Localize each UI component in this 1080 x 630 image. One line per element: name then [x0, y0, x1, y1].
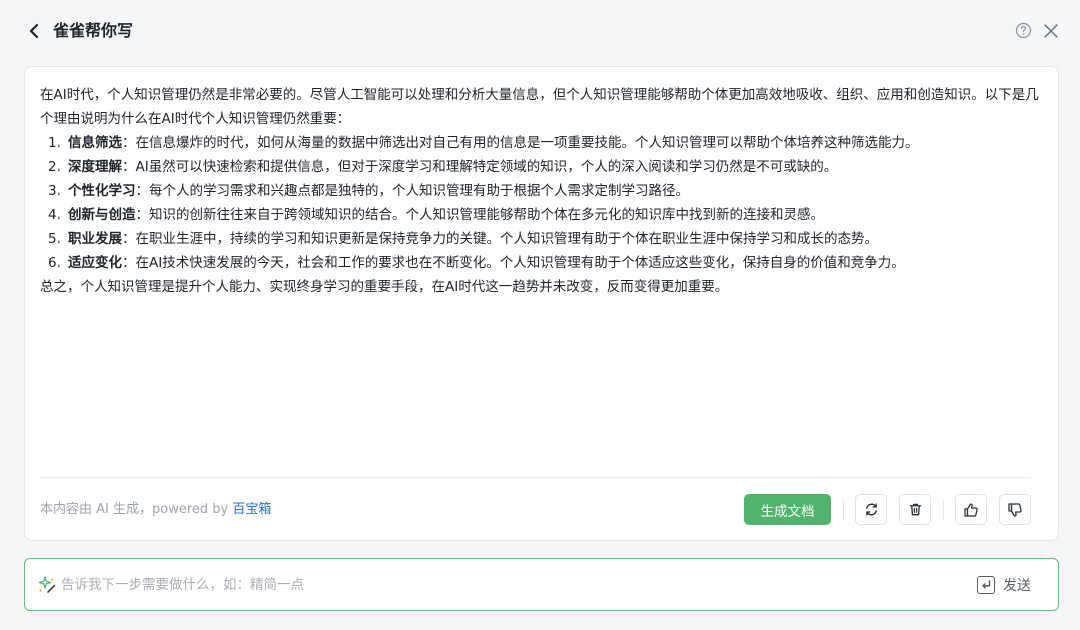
list-item-title: 信息筛选 [68, 135, 122, 151]
prompt-input[interactable] [61, 573, 941, 597]
generate-document-button[interactable]: 生成文档 [744, 494, 831, 525]
list-number: 5. [48, 231, 61, 247]
list-number: 6. [48, 255, 61, 271]
list-item: 4. 创新与创造：知识的创新往往来自于跨领域知识的结合。个人知识管理能够帮助个体… [40, 203, 1040, 227]
like-button[interactable] [955, 494, 987, 525]
list-item-text: ：AI虽然可以快速检索和提供信息，但对于深度学习和理解特定领域的知识，个人的深入… [122, 159, 838, 175]
result-card: 在AI时代，个人知识管理仍然是非常必要的。尽管人工智能可以处理和分析大量信息，但… [24, 66, 1059, 541]
dislike-button[interactable] [999, 494, 1031, 525]
ai-disclaimer: 本内容由 AI 生成，powered by 百宝箱 [40, 500, 271, 520]
delete-button[interactable] [899, 494, 931, 525]
thumbs-up-icon [964, 502, 978, 517]
disclaimer-text: 本内容由 AI 生成，powered by [40, 502, 233, 517]
list-item: 1. 信息筛选：在信息爆炸的时代，如何从海量的数据中筛选出对自己有用的信息是一项… [40, 131, 1040, 155]
brand-link[interactable]: 百宝箱 [232, 502, 271, 517]
conclusion-paragraph: 总之，个人知识管理是提升个人能力、实现终身学习的重要手段，在AI时代这一趋势并未… [40, 279, 729, 295]
list-item-title: 创新与创造 [68, 207, 136, 223]
intro-paragraph: 在AI时代，个人知识管理仍然是非常必要的。尽管人工智能可以处理和分析大量信息，但… [40, 87, 1039, 127]
list-number: 2. [48, 159, 61, 175]
list-item-title: 适应变化 [68, 255, 122, 271]
list-item-title: 职业发展 [68, 231, 122, 247]
chevron-left-icon [29, 23, 39, 39]
refresh-icon [865, 503, 877, 516]
list-item-text: ：每个人的学习需求和兴趣点都是独特的，个人知识管理有助于根据个人需求定制学习路径… [135, 183, 690, 199]
send-label: 发送 [1003, 578, 1031, 594]
list-number: 1. [48, 135, 61, 151]
back-button[interactable] [24, 20, 44, 42]
list-item-title: 个性化学习 [68, 183, 136, 199]
list-number: 4. [48, 207, 61, 223]
enter-key-icon [977, 576, 995, 594]
trash-icon [909, 503, 921, 516]
list-item-text: ：知识的创新往往来自于跨领域知识的结合。个人知识管理能够帮助个体在多元化的知识库… [135, 207, 825, 223]
close-button[interactable] [1043, 23, 1059, 39]
prompt-input-box[interactable]: 发送 [24, 558, 1059, 611]
list-item: 6. 适应变化：在AI技术快速发展的今天，社会和工作的要求也在不断变化。个人知识… [40, 251, 1040, 275]
list-item-text: ：在职业生涯中，持续的学习和知识更新是保持竞争力的关键。个人知识管理有助于个体在… [122, 231, 878, 247]
header-bar: 雀雀帮你写 [0, 0, 1080, 62]
close-icon [1044, 24, 1058, 38]
divider [40, 477, 1031, 478]
help-button[interactable] [1015, 22, 1032, 39]
thumbs-down-icon [1008, 502, 1022, 517]
list-item: 5. 职业发展：在职业生涯中，持续的学习和知识更新是保持竞争力的关键。个人知识管… [40, 227, 1040, 251]
list-item-title: 深度理解 [68, 159, 122, 175]
divider [943, 500, 944, 520]
divider [843, 500, 844, 520]
list-number: 3. [48, 183, 61, 199]
question-circle-icon [1015, 22, 1032, 39]
list-item: 2. 深度理解：AI虽然可以快速检索和提供信息，但对于深度学习和理解特定领域的知… [40, 155, 1040, 179]
generated-content: 在AI时代，个人知识管理仍然是非常必要的。尽管人工智能可以处理和分析大量信息，但… [40, 83, 1040, 299]
list-item-text: ：在信息爆炸的时代，如何从海量的数据中筛选出对自己有用的信息是一项重要技能。个人… [122, 135, 919, 151]
page-title: 雀雀帮你写 [53, 21, 134, 40]
regenerate-button[interactable] [855, 494, 887, 525]
list-item-text: ：在AI技术快速发展的今天，社会和工作的要求也在不断变化。个人知识管理有助于个体… [122, 255, 905, 271]
sparkle-pen-icon [38, 576, 56, 593]
send-button[interactable]: 发送 [977, 574, 1031, 596]
list-item: 3. 个性化学习：每个人的学习需求和兴趣点都是独特的，个人知识管理有助于根据个人… [40, 179, 1040, 203]
